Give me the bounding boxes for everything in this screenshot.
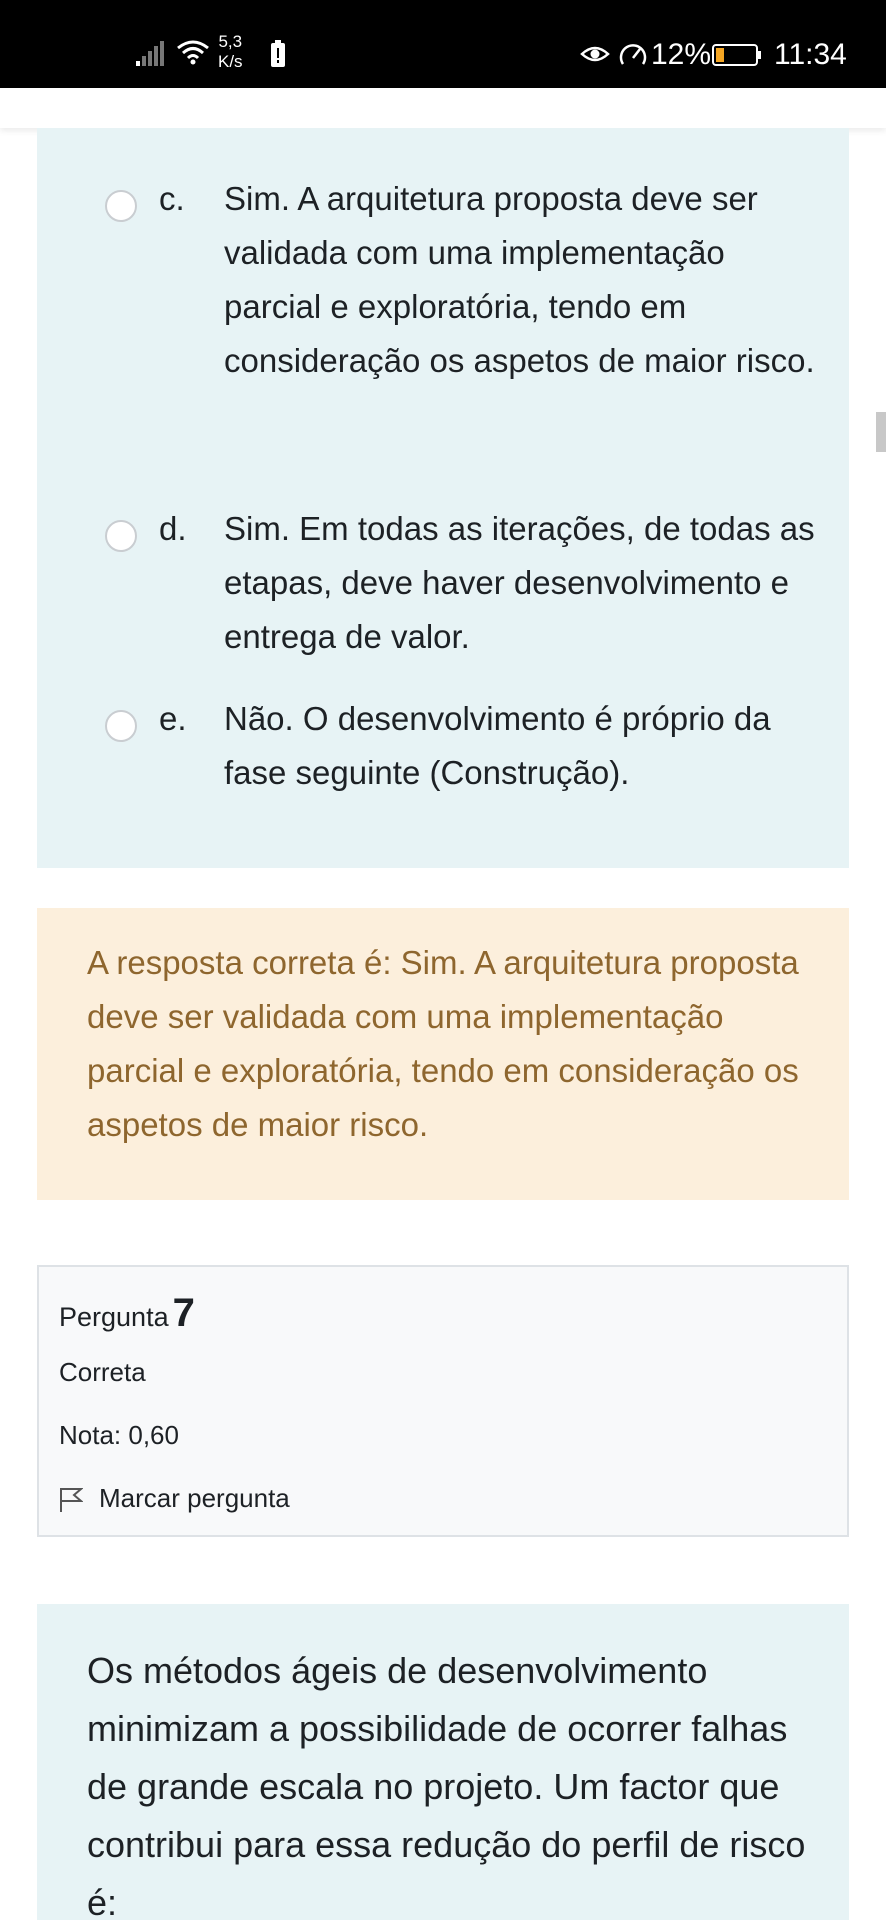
eye-icon: [580, 46, 610, 62]
feedback-text: A resposta correta é: Sim. A arquitetura…: [87, 944, 799, 1143]
status-bar: 5,3 K/s 12% 11:34: [0, 0, 886, 88]
option-text: Sim. Em todas as iterações, de todas as …: [224, 510, 815, 655]
option-letter: c.: [159, 180, 185, 217]
question-text: Os métodos ágeis de desenvolvimento mini…: [87, 1650, 806, 1923]
alert-icon: [271, 40, 285, 67]
question-label: Pergunta: [59, 1302, 169, 1332]
question-number: 7: [172, 1291, 195, 1335]
radio-button[interactable]: [105, 190, 137, 222]
radio-button[interactable]: [105, 520, 137, 552]
question-status: Correta: [59, 1357, 146, 1387]
question-title: Pergunta 7: [59, 1291, 195, 1336]
option-letter: d.: [159, 510, 187, 547]
page-header: [0, 88, 886, 128]
network-speed: 5,3 K/s: [218, 32, 243, 72]
battery-percent: 12%: [651, 38, 712, 71]
question-grade: Nota: 0,60: [59, 1420, 179, 1450]
question-text-box: Os métodos ágeis de desenvolvimento mini…: [37, 1604, 849, 1923]
correct-answer-feedback: A resposta correta é: Sim. A arquitetura…: [37, 908, 849, 1200]
wifi-icon: [177, 40, 209, 65]
battery-icon: [712, 44, 761, 66]
option-text: Sim. A arquitetura proposta deve ser val…: [224, 180, 815, 379]
clock-time: 11:34: [774, 38, 847, 71]
option-text: Não. O desenvolvimento é próprio da fase…: [224, 700, 771, 791]
question-info: Pergunta 7 Correta Nota: 0,60 Marcar perg…: [37, 1265, 849, 1537]
flag-icon: [60, 1488, 83, 1512]
answer-options: c. Sim. A arquitetura proposta deve ser …: [37, 128, 849, 868]
gauge-icon: [619, 44, 647, 65]
signal-icon: [136, 41, 164, 66]
radio-button[interactable]: [105, 710, 137, 742]
network-speed-value: 5,3: [218, 32, 243, 51]
scrollbar-thumb[interactable]: [876, 412, 886, 452]
network-speed-unit: K/s: [218, 52, 243, 71]
option-letter: e.: [159, 700, 187, 737]
flag-label: Marcar pergunta: [99, 1483, 290, 1513]
